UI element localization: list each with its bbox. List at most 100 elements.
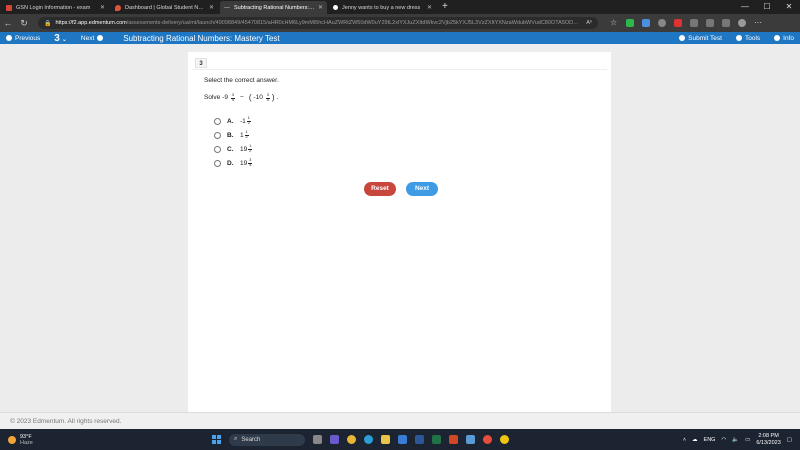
- word-icon[interactable]: [415, 435, 424, 444]
- browser-tab-active[interactable]: Subtracting Rational Numbers: M ✕: [220, 1, 327, 14]
- solve-label: Solve: [204, 94, 221, 102]
- info-button[interactable]: Info: [774, 35, 794, 42]
- language-indicator[interactable]: ENG: [704, 437, 716, 443]
- question-expression: Solve -9 34 − ( -10 34 ) .: [204, 92, 278, 103]
- previous-button[interactable]: Previous: [6, 35, 40, 42]
- extension-icon[interactable]: [658, 19, 666, 27]
- header-actions: Submit Test Tools Info: [679, 35, 794, 42]
- question-header: 3: [192, 56, 607, 70]
- date: 6/13/2023: [756, 439, 781, 446]
- browser-tab[interactable]: Jenny wants to buy a new dress ✕: [329, 1, 436, 14]
- lock-icon[interactable]: 🔒: [44, 20, 51, 27]
- read-aloud-icon[interactable]: Aʰ: [586, 20, 592, 26]
- close-icon[interactable]: ✕: [100, 4, 105, 11]
- loading-icon: [224, 7, 230, 8]
- close-window-icon[interactable]: ✕: [778, 0, 800, 14]
- next-button-header[interactable]: Next: [80, 34, 104, 42]
- profile-icon[interactable]: [738, 19, 746, 27]
- tools-label: Tools: [744, 34, 761, 42]
- answer-option-b[interactable]: B. 1 12: [214, 128, 252, 142]
- option-letter: B.: [227, 131, 234, 139]
- windows-taskbar: 93°F Haze ⌕ Search ˄ ☁ ENG ◠ 🔈 ▭ 2:08 PM…: [0, 429, 800, 450]
- refresh-icon[interactable]: ↻: [16, 18, 32, 29]
- maximize-icon[interactable]: ☐: [756, 0, 778, 14]
- submit-test-button[interactable]: Submit Test: [679, 35, 722, 42]
- radio-button[interactable]: [214, 159, 221, 167]
- denominator: 4: [231, 97, 235, 103]
- submit-label: Submit Test: [688, 34, 722, 42]
- new-tab-button[interactable]: +: [442, 1, 448, 14]
- excel-icon[interactable]: [432, 435, 441, 444]
- browser-toolbar: ← ↻ 🔒 https://f2.app.edmentum.com /asses…: [0, 14, 800, 32]
- store-icon[interactable]: [398, 435, 407, 444]
- favorites-icon[interactable]: [706, 19, 714, 27]
- fraction: 12: [244, 130, 249, 140]
- search-icon: ⌕: [234, 436, 238, 442]
- answer-option-a[interactable]: A. -1 12: [214, 114, 252, 128]
- task-view-icon[interactable]: [313, 435, 322, 444]
- cloud-icon[interactable]: ☁: [692, 437, 698, 443]
- denominator: 4: [266, 97, 270, 103]
- more-menu-icon[interactable]: ⋯: [754, 19, 762, 27]
- answer-option-c[interactable]: C. 19 12: [214, 142, 253, 156]
- option-value: 1 12: [240, 130, 249, 140]
- star-icon[interactable]: ☆: [610, 19, 618, 27]
- question-number-selector[interactable]: 3 ⌄: [54, 33, 67, 44]
- volume-icon[interactable]: 🔈: [732, 437, 739, 443]
- fraction: 34: [248, 158, 253, 168]
- window-controls: — ☐ ✕: [734, 0, 800, 14]
- tools-button[interactable]: Tools: [735, 34, 761, 42]
- close-icon[interactable]: ✕: [318, 4, 323, 11]
- back-arrow-icon[interactable]: ←: [0, 18, 16, 28]
- reset-button[interactable]: Reset: [364, 182, 396, 196]
- term-a-fraction: 34: [231, 92, 236, 103]
- wifi-icon[interactable]: ◠: [721, 437, 726, 443]
- app-icon[interactable]: [466, 435, 475, 444]
- tab-title: Subtracting Rational Numbers: M: [234, 4, 315, 11]
- extension-icon[interactable]: [674, 19, 682, 27]
- answer-option-d[interactable]: D. 19 34: [214, 156, 253, 170]
- windows-start-icon[interactable]: [212, 435, 221, 444]
- next-label: Next: [80, 34, 95, 42]
- chevron-up-icon[interactable]: ˄: [683, 437, 686, 443]
- extension-icon[interactable]: [642, 19, 650, 27]
- clock[interactable]: 2:08 PM 6/13/2023: [756, 433, 780, 446]
- address-bar[interactable]: 🔒 https://f2.app.edmentum.com /assessmen…: [38, 17, 598, 29]
- powerpoint-icon[interactable]: [449, 435, 458, 444]
- file-explorer-icon[interactable]: [381, 435, 390, 444]
- term-b-fraction: 34: [265, 92, 270, 103]
- puzzle-icon[interactable]: [690, 19, 698, 27]
- option-letter: D.: [227, 159, 234, 167]
- battery-icon[interactable]: ▭: [745, 437, 750, 443]
- collections-icon[interactable]: [722, 19, 730, 27]
- radio-button[interactable]: [214, 145, 221, 153]
- minus-operator: −: [240, 94, 244, 102]
- option-value: 19 12: [240, 144, 253, 154]
- extension-check-icon[interactable]: [626, 19, 634, 27]
- notification-icon[interactable]: ▢: [787, 437, 792, 443]
- weather-widget[interactable]: 93°F Haze: [8, 434, 33, 446]
- browser-tab[interactable]: Dashboard | Global Student Netw ✕: [111, 1, 218, 14]
- edge-icon[interactable]: [364, 435, 373, 444]
- minimize-icon[interactable]: —: [734, 0, 756, 14]
- location-pin-icon: [115, 4, 121, 11]
- radio-button[interactable]: [214, 117, 221, 125]
- browser-tab[interactable]: GSN Login Information - exam ✕: [2, 1, 109, 14]
- fraction: 12: [246, 116, 251, 126]
- next-button[interactable]: Next: [406, 182, 438, 196]
- chrome-icon[interactable]: [483, 435, 492, 444]
- close-icon[interactable]: ✕: [427, 4, 432, 11]
- question-card: 3 Select the correct answer. Solve -9 34…: [188, 52, 611, 412]
- taskbar-search[interactable]: ⌕ Search: [229, 433, 305, 446]
- option-letter: C.: [227, 145, 234, 153]
- test-header-bar: Previous 3 ⌄ Next Subtracting Rational Nu…: [0, 32, 800, 44]
- radio-button[interactable]: [214, 131, 221, 139]
- download-icon[interactable]: [500, 435, 509, 444]
- close-icon[interactable]: ✕: [209, 4, 214, 11]
- chrome-icon[interactable]: [347, 435, 356, 444]
- previous-icon: [6, 35, 12, 41]
- taskbar-apps: ⌕ Search: [212, 433, 509, 446]
- previous-label: Previous: [15, 34, 41, 42]
- next-icon: [97, 35, 104, 41]
- chat-icon[interactable]: [330, 435, 339, 444]
